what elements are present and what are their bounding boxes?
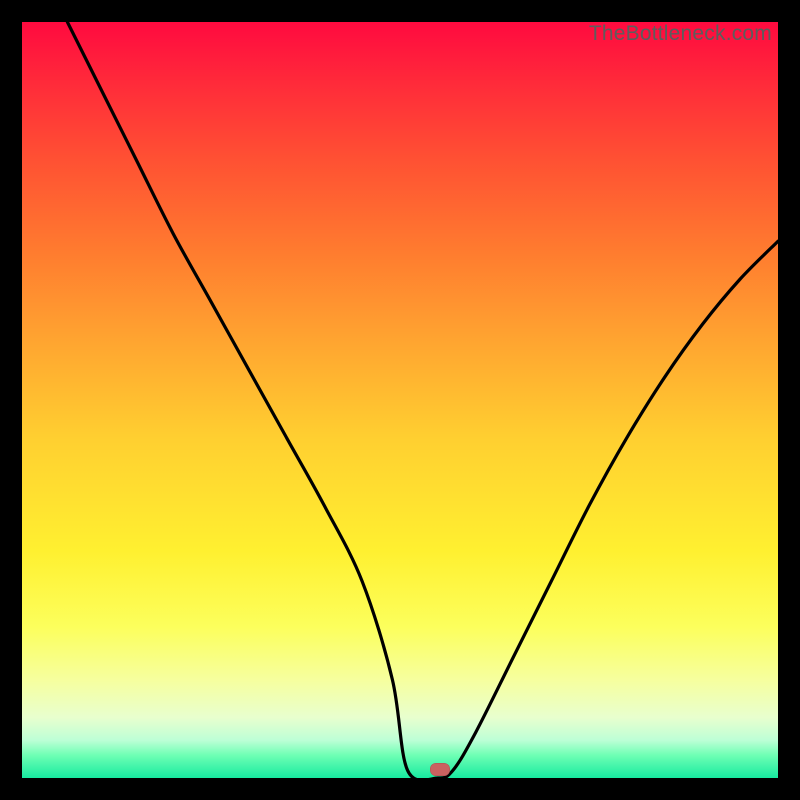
optimal-point-marker [430,763,450,776]
bottleneck-curve-path [67,22,778,778]
chart-stage: TheBottleneck.com [0,0,800,800]
bottleneck-curve [22,22,778,778]
chart-plot-area: TheBottleneck.com [22,22,778,778]
